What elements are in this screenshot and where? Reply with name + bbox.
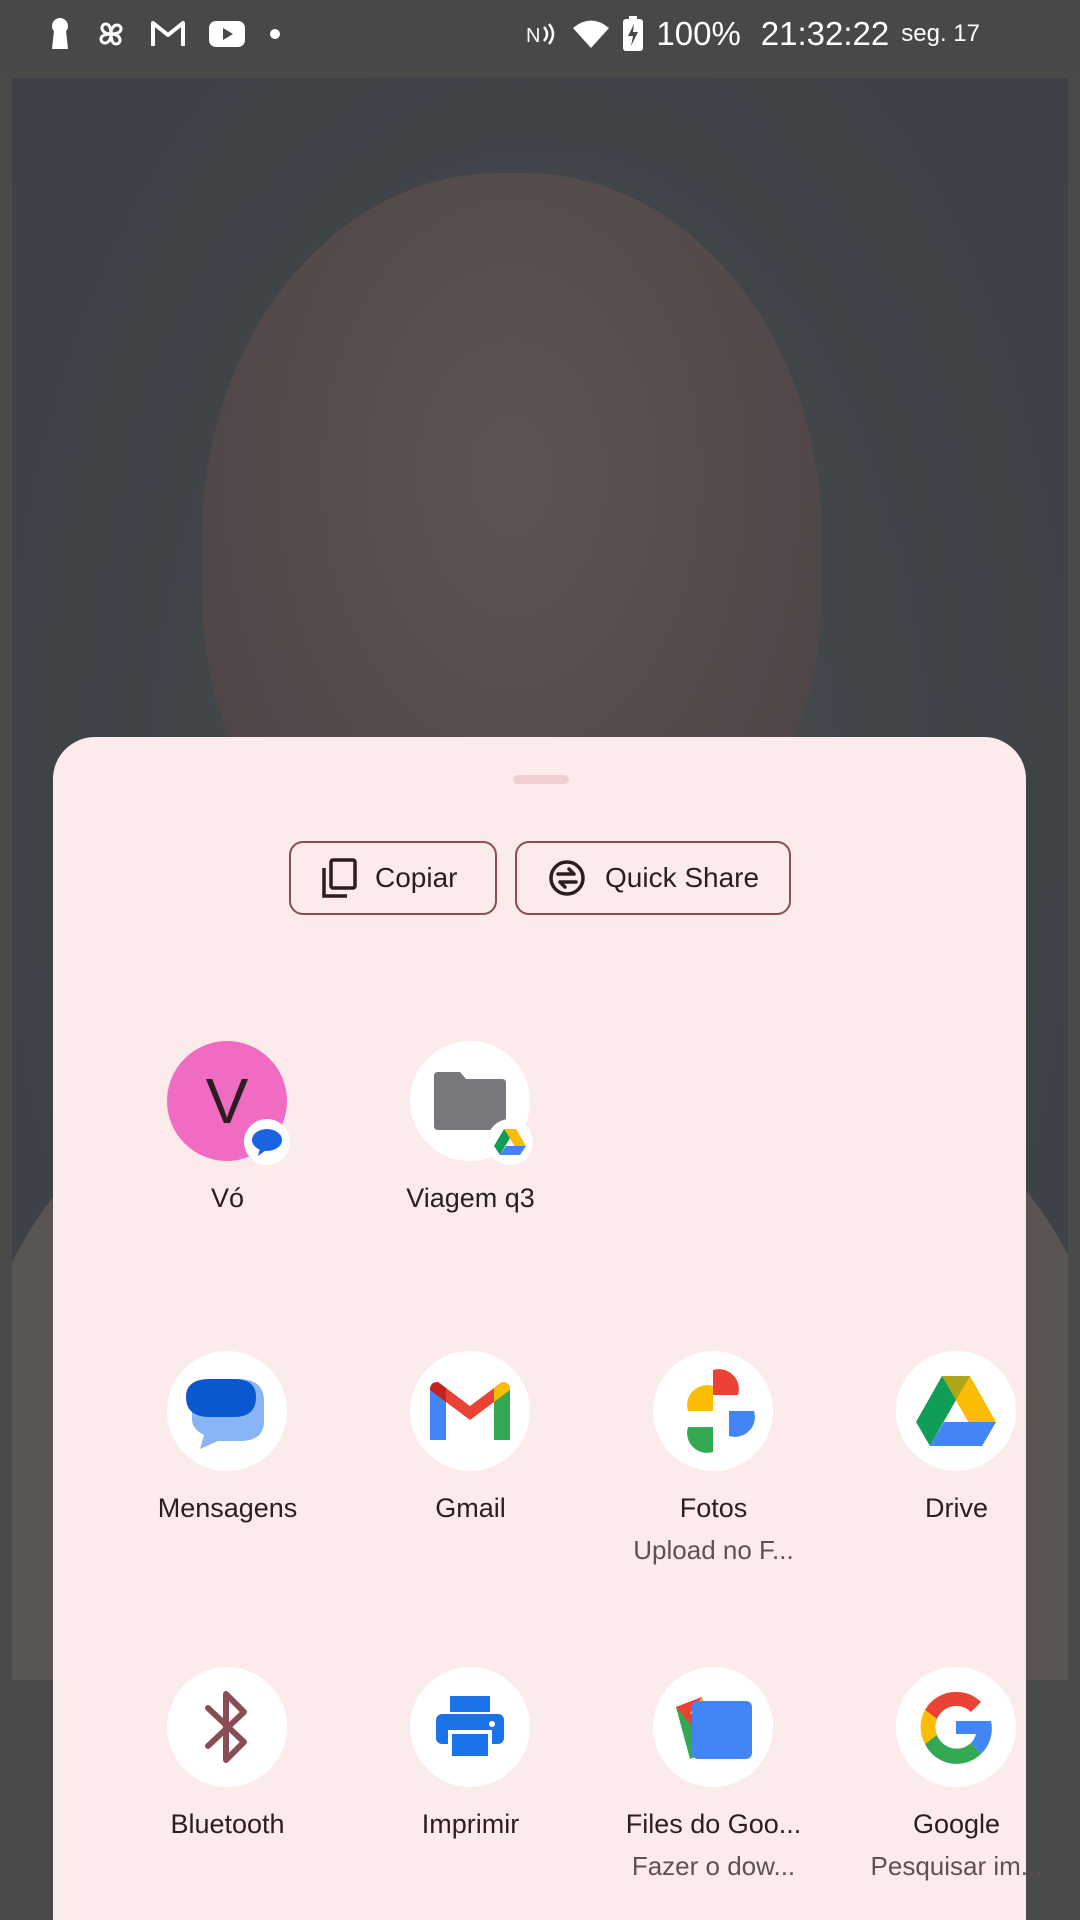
copy-button-label: Copiar (375, 862, 458, 893)
copy-button[interactable]: Copiar (289, 841, 497, 915)
app-label: Mensagens (157, 1493, 298, 1523)
gmail-icon (151, 21, 185, 46)
gmail-icon (410, 1351, 530, 1471)
youtube-icon (209, 21, 245, 47)
wifi-icon (573, 20, 610, 48)
notification-icons (48, 14, 282, 54)
drive-badge-icon (487, 1119, 533, 1165)
copy-icon (322, 858, 357, 898)
quick-share-button[interactable]: Quick Share (515, 841, 791, 915)
status-bar: N 100% 21:32:22 seg. 17 (0, 0, 1080, 70)
pinwheel-icon (99, 22, 123, 46)
photos-icon (653, 1351, 773, 1471)
bluetooth-icon (167, 1667, 287, 1787)
battery-charging-icon (623, 16, 644, 51)
app-label: Google (912, 1809, 1001, 1839)
app-label: Drive (924, 1493, 988, 1523)
messages-badge-icon (244, 1119, 290, 1165)
files-icon (653, 1667, 773, 1787)
nfc-icon: N (526, 23, 555, 47)
app-sublabel: Upload no F... (633, 1535, 794, 1565)
print-icon (410, 1667, 530, 1787)
target-label: Vó (210, 1183, 245, 1213)
app-sublabel: Pesquisar im... (870, 1851, 1043, 1881)
battery-percent: 100% (656, 15, 741, 52)
keyhole-icon (52, 18, 68, 49)
app-label: Imprimir (421, 1809, 520, 1839)
date: seg. 17 (901, 20, 980, 47)
svg-text:N: N (526, 25, 540, 47)
drag-handle[interactable] (513, 775, 569, 784)
share-sheet: Copiar Quick Share V Vó Viagem q3 Mensag… (53, 737, 1042, 1920)
app-label: Bluetooth (170, 1809, 285, 1839)
app-label: Fotos (679, 1493, 748, 1523)
drive-icon (896, 1351, 1016, 1471)
avatar-initial: V (205, 1065, 249, 1137)
clock: 21:32:22 (760, 15, 890, 52)
app-label: Files do Goo... (625, 1809, 802, 1839)
target-label: Viagem q3 (406, 1183, 535, 1213)
app-sublabel: Fazer o dow... (631, 1851, 796, 1881)
google-icon (896, 1667, 1016, 1787)
app-label: Gmail (435, 1493, 506, 1523)
quick-share-icon (549, 860, 585, 896)
quick-share-button-label: Quick Share (605, 862, 760, 893)
dot-icon (270, 29, 280, 39)
messages-icon (167, 1351, 287, 1471)
system-icons: N 100% 21:32:22 seg. 17 (526, 12, 980, 56)
